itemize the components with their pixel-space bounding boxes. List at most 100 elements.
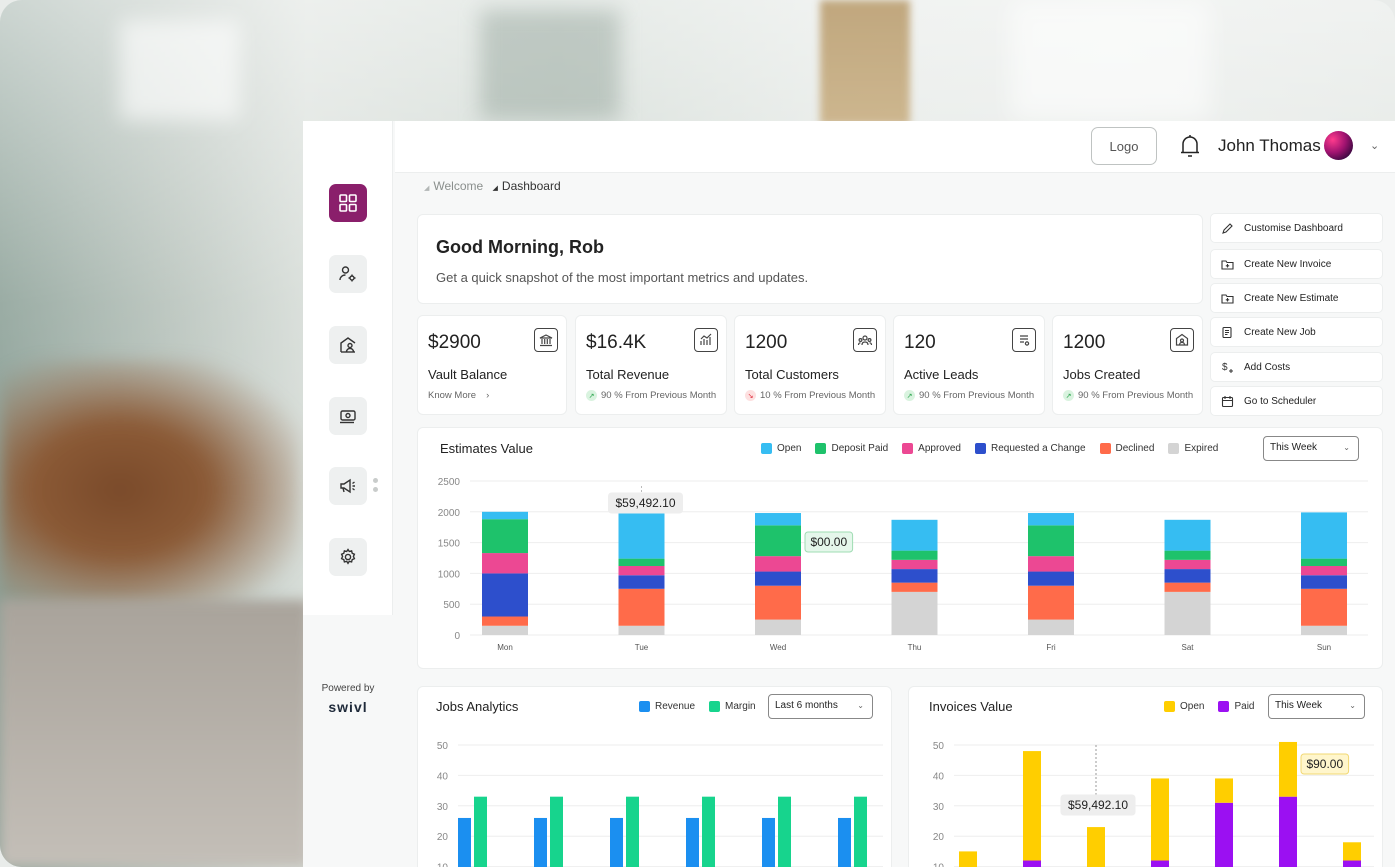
stat-card-total-revenue[interactable]: $16.4K Total Revenue ↗ 90 % From Previous… (575, 315, 727, 415)
bar-segment (482, 519, 528, 554)
stat-label: Jobs Created (1063, 367, 1141, 382)
bar-segment (1164, 582, 1211, 592)
estimates-chart: 2500 2000 1500 1000 500 0 Mon Tue Wed Thu Fri Sat Su… (438, 477, 1368, 652)
action-label: Add Costs (1244, 361, 1291, 373)
stat-card-vault-balance[interactable]: $2900 Vault Balance Know More › (417, 315, 567, 415)
bar-segment (755, 571, 801, 586)
bank-icon (534, 328, 558, 352)
bar-segment (1087, 827, 1105, 867)
bar-segment (755, 619, 801, 635)
stat-label: Vault Balance (428, 367, 508, 382)
bar-segment (891, 519, 938, 551)
add-costs-button[interactable]: $ Add Costs (1210, 352, 1383, 382)
stat-card-active-leads[interactable]: 120 Active Leads ↗ 90 % From Previous Mon… (893, 315, 1045, 415)
bar-segment (891, 582, 938, 592)
megaphone-icon[interactable] (329, 467, 367, 505)
sidebar-more-dots[interactable] (373, 478, 379, 496)
bar-segment (618, 558, 665, 567)
bar-segment (482, 511, 528, 520)
bar-segment (482, 573, 528, 617)
stat-trend: ↘ 10 % From Previous Month (745, 390, 875, 401)
logo-button[interactable]: Logo (1091, 127, 1157, 165)
bar-segment (1343, 842, 1361, 861)
invoices-value-card: Invoices Value Open Paid This Week ⌄ 50 40… (908, 686, 1383, 867)
folder-plus-icon (1221, 293, 1234, 304)
bar-segment (755, 525, 801, 557)
dashboard-grid-icon[interactable] (329, 184, 367, 222)
stat-card-total-customers[interactable]: 1200 Total Customers ↘ 10 % From Previous… (734, 315, 886, 415)
bar-segment (1151, 778, 1169, 861)
bar-segment (1215, 778, 1233, 803)
y-tick-label: 30 (933, 802, 945, 813)
stat-label: Active Leads (904, 367, 979, 382)
bar (838, 817, 851, 867)
bar-segment (1343, 860, 1361, 867)
customise-dashboard-button[interactable]: Customise Dashboard (1210, 213, 1383, 243)
bar-segment (482, 625, 528, 635)
brand-logo: swivl (328, 699, 368, 715)
bar (854, 796, 867, 867)
avatar[interactable] (1324, 131, 1353, 160)
breadcrumb-arrow-icon: ◢ (492, 185, 498, 192)
stat-value: 1200 (1063, 332, 1106, 353)
user-name[interactable]: John Thomas (1218, 136, 1321, 156)
bar-segment (1301, 512, 1347, 559)
chevron-down-icon[interactable]: ⌄ (1370, 139, 1379, 152)
sidebar (303, 121, 393, 615)
gear-icon[interactable] (329, 538, 367, 576)
trend-down-icon: ↘ (745, 390, 756, 401)
chevron-right-icon: › (486, 390, 490, 401)
bar-segment (891, 569, 938, 583)
bar-segment (1028, 513, 1074, 526)
home-user-icon[interactable] (329, 326, 367, 364)
bar (610, 817, 623, 867)
y-tick-label: 50 (437, 741, 449, 752)
stat-label: Total Customers (745, 367, 839, 382)
bar-segment (1164, 569, 1211, 583)
user-settings-icon[interactable] (329, 255, 367, 293)
app-window: Powered by swivl Logo John Thomas ⌄ ◢ Wel… (303, 121, 1395, 867)
bar-segment (959, 851, 977, 867)
know-more-link[interactable]: Know More › (428, 390, 489, 401)
bar-segment (1028, 525, 1074, 557)
action-label: Create New Job (1244, 326, 1316, 338)
go-to-scheduler-button[interactable]: Go to Scheduler (1210, 386, 1383, 416)
x-tick-label: Thu (908, 643, 922, 652)
dollar-plus-icon: $ (1222, 362, 1233, 373)
create-new-estimate-button[interactable]: Create New Estimate (1210, 283, 1383, 313)
bar (474, 796, 487, 867)
stat-card-jobs-created[interactable]: 1200 Jobs Created ↗ 90 % From Previous Mo… (1052, 315, 1203, 415)
bar-segment (1151, 860, 1169, 867)
stat-trend: ↗ 90 % From Previous Month (586, 390, 716, 401)
money-icon[interactable] (329, 397, 367, 435)
bell-icon[interactable] (1179, 133, 1201, 159)
y-tick-label: 2500 (438, 477, 461, 488)
y-tick-label: 30 (437, 802, 449, 813)
bar-segment (1023, 751, 1041, 861)
bar-segment (618, 575, 665, 589)
y-tick-label: 2000 (438, 508, 461, 519)
breadcrumb-welcome[interactable]: Welcome (433, 179, 483, 193)
stat-trend: ↗ 90 % From Previous Month (904, 390, 1034, 401)
action-label: Go to Scheduler (1244, 395, 1317, 407)
breadcrumb-dashboard: Dashboard (501, 179, 561, 193)
document-icon (1222, 326, 1232, 338)
bar-segment (1164, 559, 1211, 570)
trend-up-icon: ↗ (1063, 390, 1074, 401)
pencil-icon (1222, 222, 1233, 234)
estimates-tooltip-zero: $00.00 (810, 535, 847, 549)
bar-segment (891, 591, 938, 635)
jobs-icon (1170, 328, 1194, 352)
stat-label: Total Revenue (586, 367, 670, 382)
bar (550, 796, 563, 867)
greeting-title: Good Morning, Rob (436, 237, 604, 257)
jobs-analytics-card: Jobs Analytics Revenue Margin Last 6 mon… (417, 686, 892, 867)
stat-trend: ↗ 90 % From Previous Month (1063, 390, 1193, 401)
create-new-invoice-button[interactable]: Create New Invoice (1210, 249, 1383, 279)
x-tick-label: Tue (635, 643, 649, 652)
bar-segment (1028, 556, 1074, 572)
bar-segment (1301, 588, 1347, 626)
bar (626, 796, 639, 867)
create-new-job-button[interactable]: Create New Job (1210, 317, 1383, 347)
y-tick-label: 10 (933, 863, 945, 867)
